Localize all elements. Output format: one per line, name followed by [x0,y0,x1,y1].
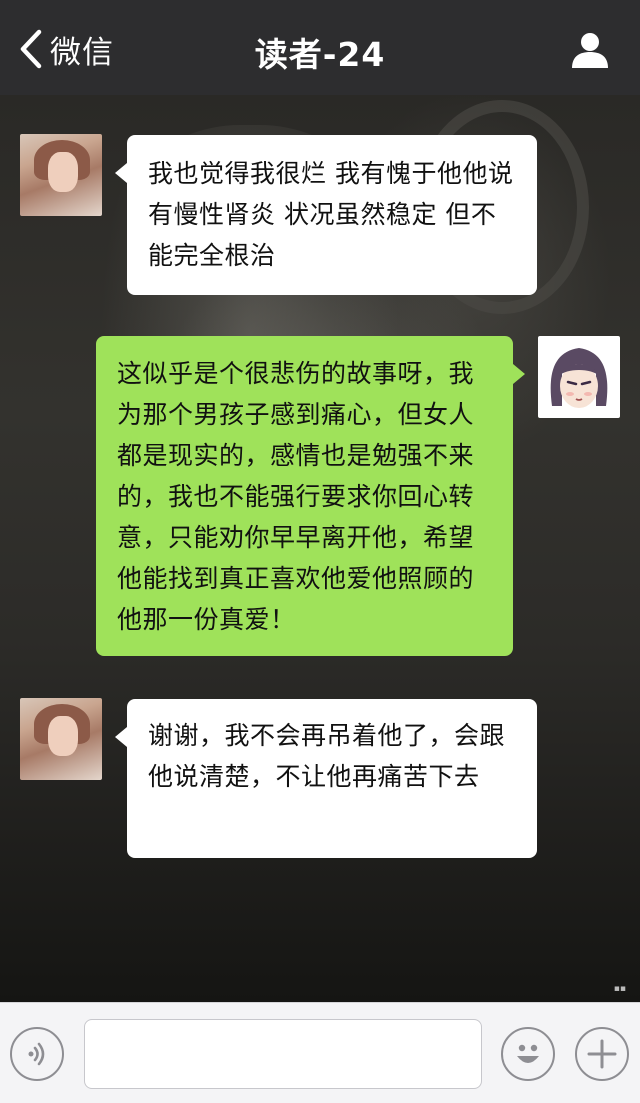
emoji-button[interactable] [501,1027,555,1081]
smiley-icon [517,1044,539,1063]
message-bubble-received[interactable]: 谢谢，我不会再吊着他了，会跟他说清楚，不让他再痛苦下去 [115,699,537,858]
my-avatar[interactable] [538,336,620,418]
message-input[interactable] [84,1019,482,1089]
nav-bar: 微信 读者-24 [0,0,640,95]
more-button[interactable] [575,1027,629,1081]
contact-avatar[interactable] [20,134,102,216]
message-bubble-received[interactable]: 我也觉得我很烂 我有愧于他他说有慢性肾炎 状况虽然稳定 但不能完全根治 [115,135,537,295]
person-icon[interactable] [570,30,610,70]
background-watermark: ▪▪ [613,984,626,994]
chat-title: 读者-24 [254,35,386,74]
voice-button[interactable] [10,1027,64,1081]
input-toolbar [0,1002,640,1103]
plus-icon [587,1039,617,1069]
message-text: 这似乎是个很悲伤的故事呀，我为那个男孩子感到痛心，但女人都是现实的，感情也是勉强… [117,359,475,634]
message-bubble-sent[interactable]: 这似乎是个很悲伤的故事呀，我为那个男孩子感到痛心，但女人都是现实的，感情也是勉强… [96,336,525,656]
message-text: 谢谢，我不会再吊着他了，会跟他说清楚，不让他再痛苦下去 [148,721,506,791]
message-text: 我也觉得我很烂 我有愧于他他说有慢性肾炎 状况虽然稳定 但不能完全根治 [148,159,514,270]
voice-icon [28,1042,45,1066]
cartoon-girl-avatar [550,348,608,408]
chat-area[interactable]: ▪▪ 我也觉得我很烂 我有愧于他他说有慢性肾炎 状况虽然稳定 但不能完全根治 这… [0,95,640,1002]
contact-avatar[interactable] [20,698,102,780]
